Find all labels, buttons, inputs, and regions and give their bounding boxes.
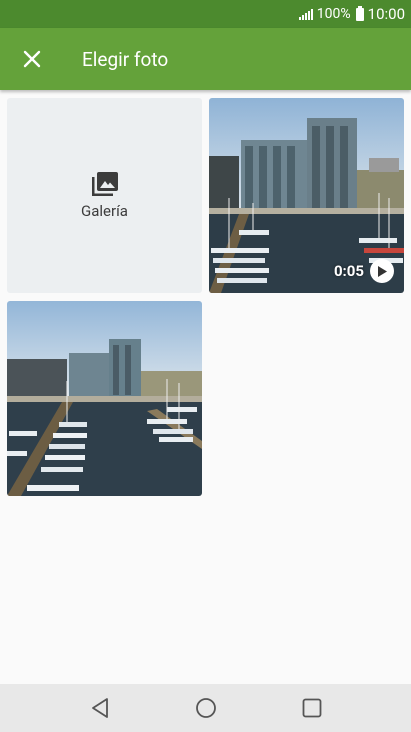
video-overlay: 0:05 xyxy=(334,259,394,283)
video-duration: 0:05 xyxy=(333,262,364,280)
close-icon xyxy=(23,50,41,68)
harbor-photo-image xyxy=(7,301,202,496)
home-button[interactable] xyxy=(190,692,222,724)
screen: 100% 10:00 Elegir foto Galería 0:05 xyxy=(0,0,411,732)
status-bar: 100% 10:00 xyxy=(0,0,411,28)
navigation-bar xyxy=(0,684,411,732)
battery-icon xyxy=(355,5,364,21)
gallery-label: Galería xyxy=(81,201,128,220)
close-button[interactable] xyxy=(0,28,64,90)
home-icon xyxy=(195,698,216,718)
signal-icon xyxy=(298,8,313,20)
back-button[interactable] xyxy=(84,692,116,724)
video-thumbnail[interactable]: 0:05 xyxy=(209,98,404,293)
battery-percent: 100% xyxy=(316,6,351,22)
recents-button[interactable] xyxy=(296,692,328,724)
back-icon xyxy=(91,698,108,718)
gallery-icon xyxy=(91,171,118,196)
gallery-tile[interactable]: Galería xyxy=(7,98,202,293)
clock: 10:00 xyxy=(367,5,405,23)
page-title: Elegir foto xyxy=(82,47,169,71)
app-bar: Elegir foto xyxy=(0,28,411,90)
recents-icon xyxy=(302,698,321,718)
photo-thumbnail[interactable] xyxy=(7,301,202,496)
play-icon xyxy=(370,259,394,283)
